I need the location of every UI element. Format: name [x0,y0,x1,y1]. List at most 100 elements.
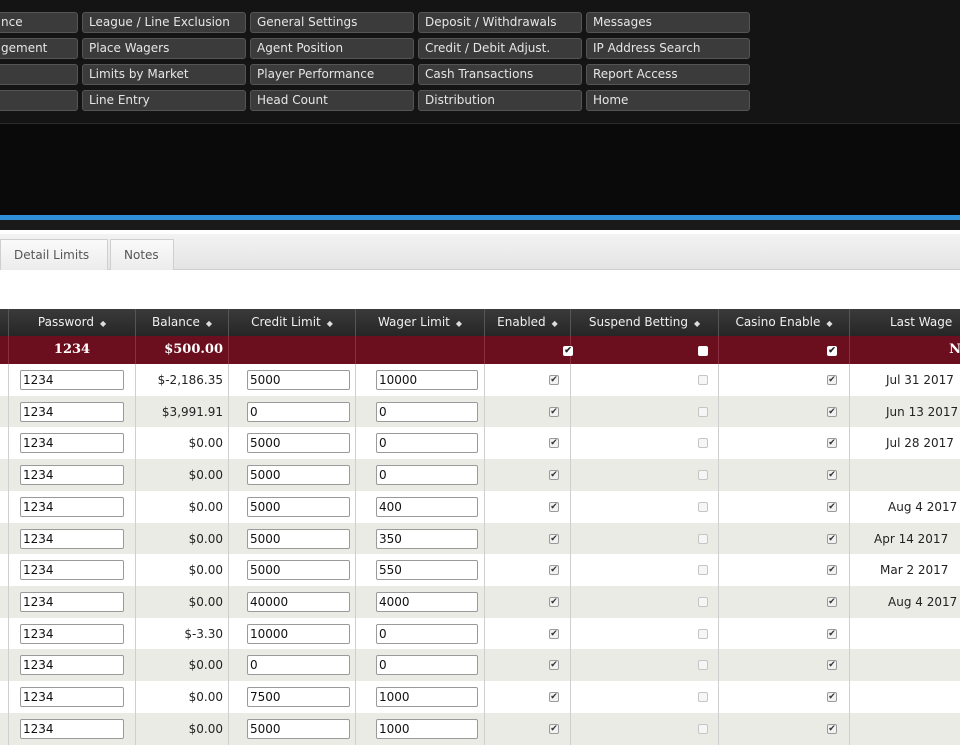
sort-arrows-icon[interactable]: ◆ [826,319,832,328]
menu-item-3-3[interactable]: Distribution [418,90,582,111]
enabled-checkbox[interactable]: ✔ [549,406,559,417]
enabled-checkbox[interactable]: ✔ [549,723,559,734]
casino-enable-checkbox[interactable]: ✔ [827,533,837,544]
suspend-betting-checkbox[interactable] [698,501,708,512]
menu-item-0-2[interactable] [0,64,78,85]
enabled-checkbox[interactable]: ✔ [549,692,559,702]
credit-input[interactable] [247,401,350,422]
enabled-checkbox[interactable]: ✔ [549,533,559,544]
tab-detail-limits[interactable]: Detail Limits [0,239,108,270]
credit-input[interactable] [247,528,350,549]
menu-item-4-2[interactable]: Report Access [586,64,750,85]
password-input[interactable] [20,528,124,549]
credit-input[interactable] [247,433,350,454]
suspend-betting-checkbox[interactable] [698,596,708,607]
enabled-checkbox[interactable]: ✔ [549,565,559,576]
suspend-betting-checkbox[interactable] [698,692,708,702]
credit-input[interactable] [247,655,350,676]
summary-suspend-checkbox[interactable] [698,346,708,356]
enabled-checkbox[interactable]: ✔ [549,375,559,385]
password-input[interactable] [20,465,124,486]
suspend-betting-checkbox[interactable] [698,438,708,449]
suspend-betting-checkbox[interactable] [698,533,708,544]
column-header-0[interactable] [0,309,9,336]
suspend-betting-checkbox[interactable] [698,470,708,481]
password-input[interactable] [20,401,124,422]
sort-arrows-icon[interactable]: ◆ [206,319,212,328]
casino-enable-checkbox[interactable]: ✔ [827,375,837,385]
menu-item-4-3[interactable]: Home [586,90,750,111]
password-input[interactable] [20,655,124,676]
column-header-8[interactable]: Last Wage [850,309,960,336]
casino-enable-checkbox[interactable]: ✔ [827,596,837,607]
credit-input[interactable] [247,560,350,581]
menu-item-3-2[interactable]: Cash Transactions [418,64,582,85]
column-header-5[interactable]: Enabled ◆ [485,309,571,336]
sort-arrows-icon[interactable]: ◆ [327,319,333,328]
column-header-1[interactable]: Password ◆ [9,309,136,336]
suspend-betting-checkbox[interactable] [698,406,708,417]
password-input[interactable] [20,433,124,454]
enabled-checkbox[interactable]: ✔ [549,628,559,639]
casino-enable-checkbox[interactable]: ✔ [827,438,837,449]
password-input[interactable] [20,560,124,581]
sort-arrows-icon[interactable]: ◆ [694,319,700,328]
credit-input[interactable] [247,623,350,644]
menu-item-3-1[interactable]: Credit / Debit Adjust. [418,38,582,59]
menu-item-2-1[interactable]: Agent Position [250,38,414,59]
enabled-checkbox[interactable]: ✔ [549,438,559,449]
wager-input[interactable] [376,560,478,581]
credit-input[interactable] [247,496,350,517]
enabled-checkbox[interactable]: ✔ [549,501,559,512]
summary-casino-checkbox[interactable]: ✔ [827,346,837,356]
wager-input[interactable] [376,465,478,486]
suspend-betting-checkbox[interactable] [698,375,708,385]
wager-input[interactable] [376,718,478,739]
credit-input[interactable] [247,718,350,739]
wager-input[interactable] [376,433,478,454]
casino-enable-checkbox[interactable]: ✔ [827,565,837,576]
wager-input[interactable] [376,687,478,707]
menu-item-4-0[interactable]: Messages [586,12,750,33]
password-input[interactable] [20,718,124,739]
enabled-checkbox[interactable]: ✔ [549,596,559,607]
sort-arrows-icon[interactable]: ◆ [456,319,462,328]
password-input[interactable] [20,687,124,707]
column-header-3[interactable]: Credit Limit ◆ [229,309,356,336]
menu-item-2-2[interactable]: Player Performance [250,64,414,85]
suspend-betting-checkbox[interactable] [698,723,708,734]
casino-enable-checkbox[interactable]: ✔ [827,406,837,417]
wager-input[interactable] [376,401,478,422]
column-header-4[interactable]: Wager Limit ◆ [356,309,485,336]
wager-input[interactable] [376,591,478,612]
casino-enable-checkbox[interactable]: ✔ [827,660,837,671]
column-header-6[interactable]: Suspend Betting ◆ [571,309,719,336]
menu-item-0-3[interactable] [0,90,78,111]
wager-input[interactable] [376,623,478,644]
password-input[interactable] [20,591,124,612]
enabled-checkbox[interactable]: ✔ [549,470,559,481]
credit-input[interactable] [247,591,350,612]
password-input[interactable] [20,623,124,644]
enabled-checkbox[interactable]: ✔ [549,660,559,671]
suspend-betting-checkbox[interactable] [698,565,708,576]
wager-input[interactable] [376,370,478,390]
menu-item-1-2[interactable]: Limits by Market [82,64,246,85]
wager-input[interactable] [376,496,478,517]
menu-item-2-0[interactable]: General Settings [250,12,414,33]
menu-item-2-3[interactable]: Head Count [250,90,414,111]
menu-item-0-0[interactable]: nce [0,12,78,33]
sort-arrows-icon[interactable]: ◆ [100,319,106,328]
wager-input[interactable] [376,655,478,676]
casino-enable-checkbox[interactable]: ✔ [827,628,837,639]
credit-input[interactable] [247,687,350,707]
password-input[interactable] [20,370,124,390]
menu-item-0-1[interactable]: gement [0,38,78,59]
suspend-betting-checkbox[interactable] [698,628,708,639]
column-header-7[interactable]: Casino Enable ◆ [719,309,850,336]
credit-input[interactable] [247,370,350,390]
password-input[interactable] [20,496,124,517]
menu-item-3-0[interactable]: Deposit / Withdrawals [418,12,582,33]
menu-item-1-0[interactable]: League / Line Exclusion [82,12,246,33]
casino-enable-checkbox[interactable]: ✔ [827,723,837,734]
